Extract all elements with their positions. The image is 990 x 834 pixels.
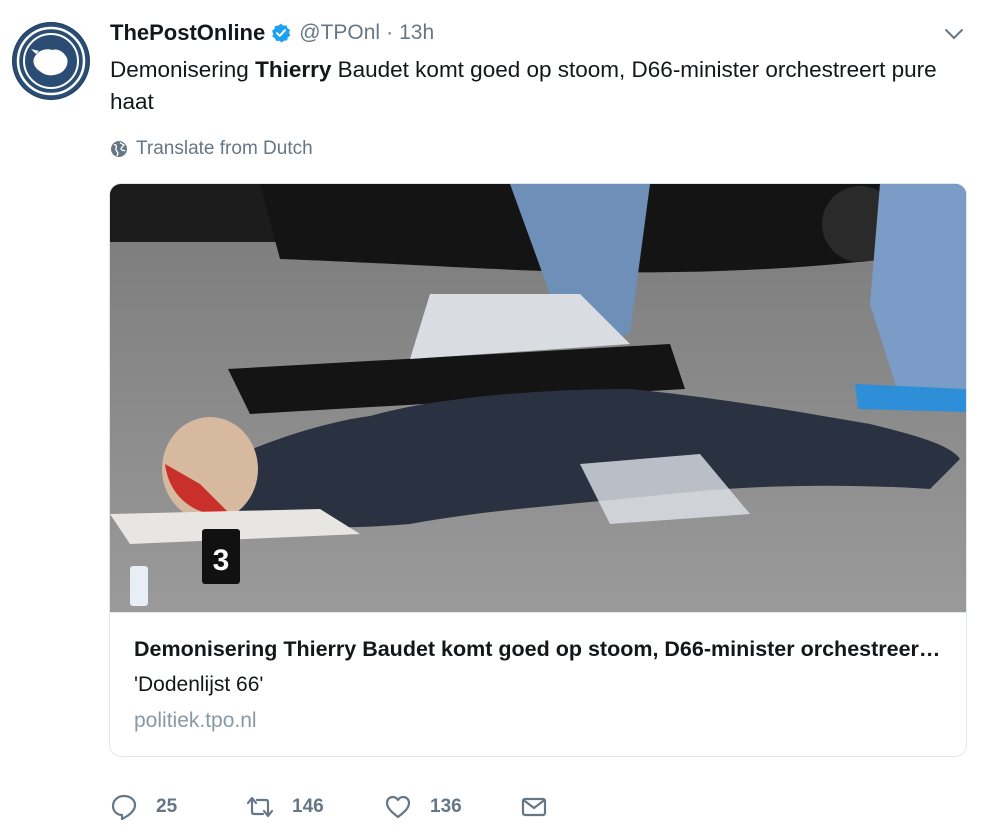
avatar[interactable] [12,22,90,100]
retweet-count: 146 [292,796,324,817]
chevron-down-icon[interactable] [944,24,964,44]
reply-button[interactable]: 25 [110,790,177,824]
tweet-text-hashtag-bold: Thierry [255,57,332,82]
translate-label[interactable]: Translate from Dutch [136,138,313,160]
evidence-marker-number: 3 [213,544,230,577]
separator-dot: · [386,21,394,44]
like-count: 136 [430,796,462,817]
retweet-icon [246,796,274,818]
reply-icon [111,794,137,821]
translate-link[interactable]: Translate from Dutch [110,137,313,161]
tweet-actions: 25 146 136 [110,790,710,824]
tweet[interactable]: ThePostOnline @TPOnl · 13h Demonisering … [0,0,990,834]
link-card[interactable]: 3 Demonisering Thierry Baudet komt goed … [109,183,967,757]
card-image[interactable]: 3 [110,184,966,612]
tweet-header: ThePostOnline @TPOnl · 13h [110,18,434,48]
card-title[interactable]: Demonisering Thierry Baudet komt goed op… [134,637,944,662]
tweet-text-part: Demonisering [110,57,256,82]
card-description: 'Dodenlijst 66' [134,673,264,696]
tweet-text: Demonisering Thierry Baudet komt goed op… [110,54,960,118]
globe-icon [111,141,127,157]
reply-count: 25 [156,796,178,817]
display-name[interactable]: ThePostOnline [110,20,265,46]
retweet-button[interactable]: 146 [246,790,324,824]
card-domain[interactable]: politiek.tpo.nl [134,709,257,733]
direct-message-button[interactable] [520,790,548,824]
timestamp[interactable]: 13h [399,21,434,45]
handle[interactable]: @TPOnl [299,21,380,45]
heart-icon [385,795,411,819]
verified-badge-icon [271,23,291,43]
like-button[interactable]: 136 [384,790,462,824]
card-body[interactable]: Demonisering Thierry Baudet komt goed op… [110,612,966,756]
envelope-icon [521,797,547,817]
